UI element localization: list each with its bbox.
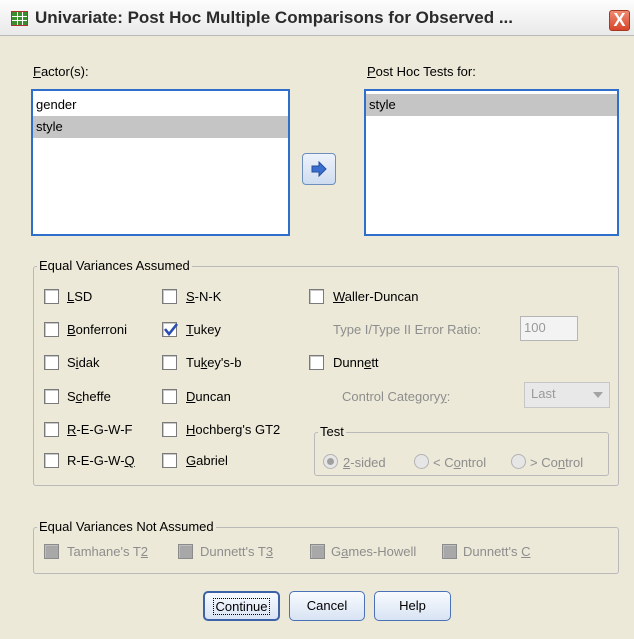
- factors-list[interactable]: gender style: [31, 89, 290, 236]
- hochberg-checkbox[interactable]: [162, 422, 177, 437]
- lsd-label: LSD: [67, 289, 93, 304]
- close-button[interactable]: X: [609, 10, 630, 31]
- spss-data-icon: [11, 11, 28, 26]
- greater-control-label: > Control: [530, 455, 584, 470]
- tukeys-b-checkbox[interactable]: [162, 355, 177, 370]
- games-howell-label: Games-Howell: [331, 544, 417, 559]
- not-equal-variances-title: Equal Variances Not Assumed: [37, 519, 216, 534]
- move-right-button[interactable]: [302, 153, 336, 185]
- two-sided-radio[interactable]: [323, 454, 338, 469]
- cancel-button[interactable]: Cancel: [289, 591, 365, 621]
- tukeys-b-label: Tukey's-b: [186, 355, 242, 370]
- tukey-label: Tukey: [186, 322, 221, 337]
- continue-button[interactable]: Continue: [203, 591, 280, 621]
- bonferroni-label: Bonferroni: [67, 322, 127, 337]
- snk-checkbox[interactable]: [162, 289, 177, 304]
- sidak-checkbox[interactable]: [44, 355, 59, 370]
- tukey-checkbox[interactable]: [162, 322, 178, 337]
- error-ratio-label: Type I/Type II Error Ratio:: [333, 322, 482, 337]
- scheffe-label: Scheffe: [67, 389, 111, 404]
- posthoc-label: Post Hoc Tests for:: [367, 64, 476, 79]
- hochberg-label: Hochberg's GT2: [186, 422, 281, 437]
- help-button[interactable]: Help: [374, 591, 451, 621]
- regwf-label: R-E-G-W-F: [67, 422, 133, 437]
- list-item[interactable]: gender: [33, 94, 288, 116]
- dunnett-c-checkbox[interactable]: [442, 544, 457, 559]
- checkmark-icon: [164, 323, 178, 336]
- regwf-checkbox[interactable]: [44, 422, 59, 437]
- equal-variances-title: Equal Variances Assumed: [37, 258, 192, 273]
- window-title: Univariate: Post Hoc Multiple Comparison…: [35, 8, 513, 27]
- control-category-select[interactable]: Last: [524, 382, 610, 408]
- waller-duncan-checkbox[interactable]: [309, 289, 324, 304]
- less-control-label: < Control: [433, 455, 487, 470]
- chevron-down-icon: [593, 392, 603, 398]
- duncan-label: Duncan: [186, 389, 231, 404]
- factors-label: Factor(s):: [33, 64, 89, 79]
- games-howell-checkbox[interactable]: [310, 544, 325, 559]
- regwq-label: R-E-G-W-Q: [67, 453, 135, 468]
- control-category-label: Control Categoryy:: [342, 389, 451, 404]
- dunnett-checkbox[interactable]: [309, 355, 324, 370]
- arrow-right-icon: [311, 161, 327, 177]
- error-ratio-field[interactable]: 100: [520, 316, 578, 341]
- waller-duncan-label: Waller-Duncan: [333, 289, 419, 304]
- lsd-checkbox[interactable]: [44, 289, 59, 304]
- sidak-label: Sidak: [67, 355, 100, 370]
- greater-control-radio[interactable]: [511, 454, 526, 469]
- dunnett-t3-checkbox[interactable]: [178, 544, 193, 559]
- bonferroni-checkbox[interactable]: [44, 322, 59, 337]
- posthoc-list[interactable]: style: [364, 89, 619, 236]
- dunnett-label: Dunnett: [333, 355, 379, 370]
- snk-label: S-N-K: [186, 289, 222, 304]
- gabriel-checkbox[interactable]: [162, 453, 177, 468]
- duncan-checkbox[interactable]: [162, 389, 177, 404]
- regwq-checkbox[interactable]: [44, 453, 59, 468]
- list-item[interactable]: style: [366, 94, 617, 116]
- scheffe-checkbox[interactable]: [44, 389, 59, 404]
- list-item[interactable]: style: [33, 116, 288, 138]
- tamhane-label: Tamhane's T2: [67, 544, 149, 559]
- title-bar: Univariate: Post Hoc Multiple Comparison…: [0, 0, 634, 36]
- test-group-title: Test: [318, 424, 346, 439]
- two-sided-label: 2-sided: [343, 455, 386, 470]
- less-control-radio[interactable]: [414, 454, 429, 469]
- dunnett-c-label: Dunnett's C: [463, 544, 531, 559]
- dunnett-t3-label: Dunnett's T3: [200, 544, 274, 559]
- tamhane-checkbox[interactable]: [44, 544, 59, 559]
- gabriel-label: Gabriel: [186, 453, 228, 468]
